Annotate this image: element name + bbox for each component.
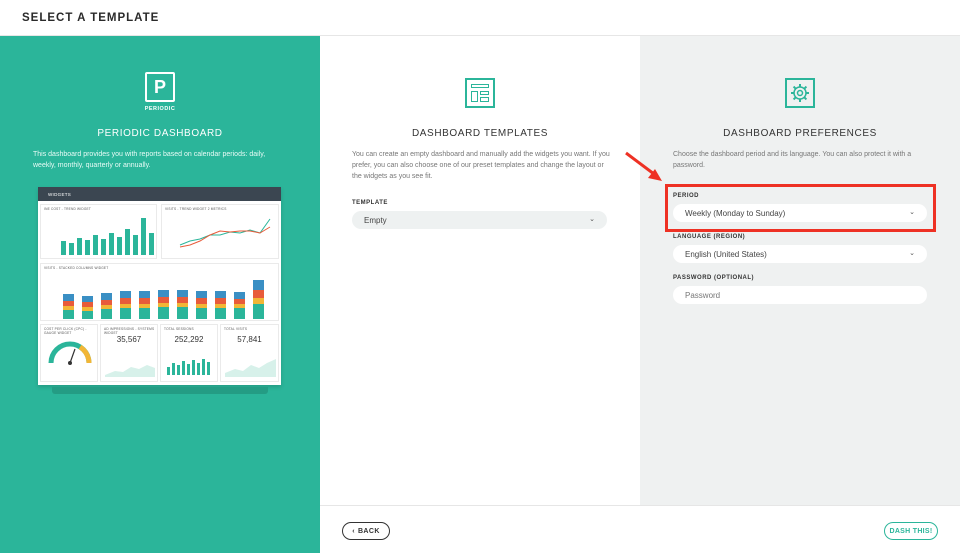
- preview-tile-cost-trend: INE COST - TREND WIDGET: [40, 204, 157, 259]
- preview-base: [52, 387, 268, 394]
- periodic-logo-caption: PERIODIC: [144, 106, 176, 112]
- annotation-arrow-icon: [625, 151, 662, 181]
- periodic-dashboard-panel[interactable]: P PERIODIC PERIODIC DASHBOARD This dashb…: [0, 36, 320, 553]
- preview-header: WIDGETS: [38, 187, 281, 201]
- language-select[interactable]: English (United States) ⌄: [673, 245, 927, 263]
- chevron-down-icon: ⌄: [909, 250, 915, 257]
- dashboard-preferences-panel: DASHBOARD PREFERENCES Choose the dashboa…: [640, 36, 960, 505]
- bottom-action-bar: ‹ BACK DASH THIS!: [320, 505, 960, 553]
- preview-tile-visits: TOTAL VISITS 57,841: [220, 324, 279, 382]
- preview-tile-sessions: TOTAL SESSIONS 252,292: [160, 324, 218, 382]
- preview-bar-chart: [61, 218, 154, 255]
- dash-this-button[interactable]: DASH THIS!: [884, 522, 938, 540]
- language-label: LANGUAGE (REGION): [673, 234, 746, 240]
- chevron-left-icon: ‹: [352, 527, 355, 535]
- preview-tile-visits-trend: VISITS - TREND WIDGET 2 METRICS: [161, 204, 279, 259]
- top-bar: SELECT A TEMPLATE: [0, 0, 960, 36]
- period-highlight-box: [665, 184, 936, 232]
- template-label: TEMPLATE: [352, 200, 388, 206]
- preview-stacked-chart: [63, 280, 264, 319]
- periodic-title: PERIODIC DASHBOARD: [97, 128, 223, 139]
- page-title: SELECT A TEMPLATE: [22, 12, 160, 24]
- password-placeholder: Password: [685, 291, 721, 300]
- template-select-value: Empty: [364, 216, 387, 225]
- preview-tile-stacked-columns: VISITS - STACKED COLUMNS WIDGET: [40, 263, 279, 321]
- back-button-label: BACK: [357, 527, 380, 535]
- gear-icon: [785, 78, 815, 108]
- preferences-title: DASHBOARD PREFERENCES: [723, 128, 877, 139]
- password-input[interactable]: Password: [673, 286, 927, 304]
- password-label: PASSWORD (OPTIONAL): [673, 275, 755, 281]
- template-layout-icon: [465, 78, 495, 108]
- dashboard-templates-panel: DASHBOARD TEMPLATES You can create an em…: [320, 36, 640, 505]
- preferences-description: Choose the dashboard period and its lang…: [673, 151, 912, 169]
- templates-description: You can create an empty dashboard and ma…: [352, 151, 610, 180]
- preview-tile-impressions: AD IMPRESSIONS - SYSTEMS WIDGET 35,567: [100, 324, 158, 382]
- language-select-value: English (United States): [685, 250, 767, 259]
- template-select[interactable]: Empty ⌄: [352, 211, 607, 229]
- preview-tile-gauge: COST PER CLICK (CPC) - GAUGE WIDGET $1.7…: [40, 324, 98, 382]
- back-button[interactable]: ‹ BACK: [342, 522, 390, 540]
- periodic-description: This dashboard provides you with reports…: [33, 151, 266, 169]
- periodic-logo-icon: P: [145, 72, 175, 102]
- preview-line-chart: [179, 218, 271, 248]
- dashboard-preview-image: WIDGETS INE COST - TREND WIDGET VISITS -…: [38, 187, 281, 385]
- templates-title: DASHBOARD TEMPLATES: [411, 128, 549, 139]
- chevron-down-icon: ⌄: [589, 216, 595, 223]
